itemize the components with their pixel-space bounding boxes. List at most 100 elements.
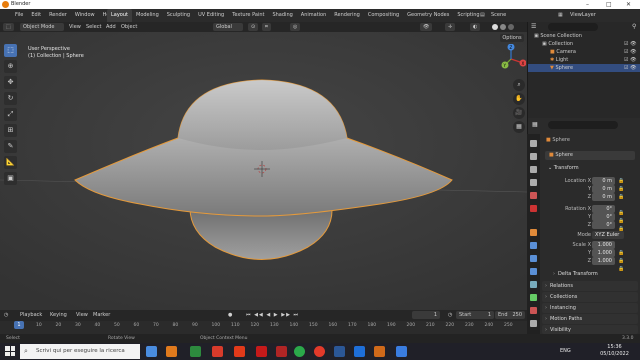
end-frame-field[interactable]: End 250 xyxy=(495,311,525,319)
shading-solid-icon[interactable] xyxy=(492,24,498,30)
app-icon-1[interactable] xyxy=(190,346,201,357)
camera-view-icon[interactable]: 🎥 xyxy=(513,107,525,119)
scene-icon[interactable]: ▤ xyxy=(480,9,485,22)
keying-menu[interactable]: Keying xyxy=(50,310,67,321)
zoom-view-icon[interactable]: ⌕ xyxy=(513,79,525,91)
edge-icon[interactable] xyxy=(354,346,365,357)
location-z-field[interactable]: 0 m xyxy=(592,193,615,201)
output-tab-icon[interactable] xyxy=(530,166,537,173)
rotation-y-field[interactable]: 0° xyxy=(592,213,615,221)
outliner-editor-icon[interactable]: ☰ xyxy=(531,23,536,30)
start-frame-field[interactable]: Start 1 xyxy=(456,311,494,319)
taskbar-search-input[interactable]: Scrivi qui per eseguire la ricerca xyxy=(20,344,140,359)
maximize-icon[interactable]: □ xyxy=(606,0,612,9)
tool-tab-icon[interactable] xyxy=(530,140,537,147)
blender-taskbar-icon[interactable] xyxy=(166,346,177,357)
tab-layout[interactable]: Layout xyxy=(107,9,132,22)
add-cube-tool-icon[interactable]: ▣ xyxy=(4,172,17,185)
world-tab-icon[interactable] xyxy=(530,205,537,212)
scale-tool-icon[interactable]: ⤢ xyxy=(4,108,17,121)
3d-viewport[interactable]: User Perspective (1) Collection | Sphere xyxy=(0,32,527,310)
filter-icon[interactable]: ⚲ xyxy=(632,23,636,30)
scene-tab-icon[interactable] xyxy=(530,192,537,199)
menu-edit[interactable]: Edit xyxy=(27,9,45,22)
pivot-icon[interactable]: ⊙ xyxy=(248,23,259,31)
proportional-edit-icon[interactable]: ◎ xyxy=(290,23,301,31)
mode-dropdown[interactable]: Object Mode xyxy=(20,23,64,31)
tab-modeling[interactable]: Modeling xyxy=(132,9,163,22)
system-clock[interactable]: 15:36 05/10/2022 xyxy=(592,344,637,359)
app-icon-5[interactable] xyxy=(276,346,287,357)
transform-tool-icon[interactable]: ⊞ xyxy=(4,124,17,137)
annotate-tool-icon[interactable]: ✎ xyxy=(4,140,17,153)
rotation-z-field[interactable]: 0° xyxy=(592,221,615,229)
relations-panel[interactable]: Relations xyxy=(542,281,638,291)
vp-menu-select[interactable]: Select xyxy=(86,22,101,32)
select-box-tool-icon[interactable]: ⬚ xyxy=(4,44,17,57)
modifier-tab-icon[interactable] xyxy=(530,242,537,249)
tab-animation[interactable]: Animation xyxy=(297,9,331,22)
app-icon-7[interactable] xyxy=(396,346,407,357)
measure-tool-icon[interactable]: 📐 xyxy=(4,156,17,169)
view-layer-name[interactable]: ViewLayer xyxy=(570,9,596,22)
constraints-tab-icon[interactable] xyxy=(530,281,537,288)
location-y-field[interactable]: 0 m xyxy=(592,185,615,193)
record-icon[interactable]: ● xyxy=(228,310,232,321)
tab-rendering[interactable]: Rendering xyxy=(330,9,364,22)
cursor-tool-icon[interactable]: ⊕ xyxy=(4,60,17,73)
playback-controls[interactable]: ⏮ ◀◀ ◀ ▶ ▶▶ ⏭ xyxy=(246,310,299,321)
tab-geometry-nodes[interactable]: Geometry Nodes xyxy=(403,9,453,22)
scale-x-field[interactable]: 1.000 xyxy=(592,241,615,249)
orientation-dropdown[interactable]: Global xyxy=(213,23,243,31)
shading-material-icon[interactable] xyxy=(500,24,506,30)
outliner-row-scene-collection[interactable]: ▣ Scene Collection xyxy=(528,32,640,40)
word-icon[interactable] xyxy=(334,346,345,357)
transform-panel-header[interactable]: ⌄ Transform xyxy=(548,164,579,172)
ortho-toggle-icon[interactable]: ▦ xyxy=(513,121,525,133)
timeline-view-menu[interactable]: View xyxy=(76,310,88,321)
opera-icon[interactable] xyxy=(314,346,325,357)
menu-window[interactable]: Window xyxy=(71,9,99,22)
vp-menu-object[interactable]: Object xyxy=(121,22,137,32)
visibility-toggles[interactable]: ☑ 👁 ☑ 👁 ☑ 👁 ☑ 👁 xyxy=(624,40,636,72)
menu-render[interactable]: Render xyxy=(45,9,71,22)
physics-tab-icon[interactable] xyxy=(530,268,537,275)
render-tab-icon[interactable] xyxy=(530,153,537,160)
minimize-icon[interactable]: – xyxy=(586,0,589,9)
pan-view-icon[interactable]: ✋ xyxy=(513,93,525,105)
visibility-icon[interactable]: 👁 xyxy=(420,23,433,31)
lock-icons[interactable]: 🔒 🔒 🔒 🔒 🔒 🔒 🔒 🔒 🔒 xyxy=(618,177,624,273)
preview-range-icon[interactable]: ◷ xyxy=(448,310,452,321)
rotate-tool-icon[interactable]: ↻ xyxy=(4,92,17,105)
data-tab-icon[interactable] xyxy=(530,294,537,301)
language-indicator[interactable]: ENG xyxy=(560,348,571,354)
particles-tab-icon[interactable] xyxy=(530,255,537,262)
view-layer-tab-icon[interactable] xyxy=(530,179,537,186)
close-icon[interactable]: ✕ xyxy=(626,0,631,9)
marker-menu[interactable]: Marker xyxy=(93,310,110,321)
current-frame-field[interactable]: 1 xyxy=(412,311,440,319)
outliner-search-input[interactable] xyxy=(548,23,598,31)
app-icon-6[interactable] xyxy=(374,346,385,357)
tab-shading[interactable]: Shading xyxy=(268,9,296,22)
snap-icon[interactable]: ⌗ xyxy=(262,23,271,31)
task-view-icon[interactable] xyxy=(146,346,157,357)
timeline-editor-icon[interactable]: ◷ xyxy=(4,310,8,321)
overlay-icon[interactable]: ◐ xyxy=(470,23,481,31)
motion-paths-panel[interactable]: Motion Paths xyxy=(542,314,638,324)
rotation-x-field[interactable]: 0° xyxy=(592,205,615,213)
chrome-icon[interactable] xyxy=(294,346,305,357)
tab-texture-paint[interactable]: Texture Paint xyxy=(228,9,268,22)
delta-transform-panel[interactable]: Delta Transform xyxy=(550,269,640,279)
scale-z-field[interactable]: 1.000 xyxy=(592,257,615,265)
scene-name[interactable]: Scene xyxy=(491,9,506,22)
playback-menu[interactable]: Playback xyxy=(20,310,42,321)
gizmo-toggle-icon[interactable]: ✛ xyxy=(445,23,456,31)
windows-start-icon[interactable] xyxy=(5,346,15,356)
object-tab-icon[interactable] xyxy=(530,229,537,236)
tab-compositing[interactable]: Compositing xyxy=(364,9,403,22)
texture-tab-icon[interactable] xyxy=(530,320,537,327)
collections-panel[interactable]: Collections xyxy=(542,292,638,302)
app-icon-2[interactable] xyxy=(212,346,223,357)
object-name-field[interactable]: ■ Sphere xyxy=(545,151,635,160)
